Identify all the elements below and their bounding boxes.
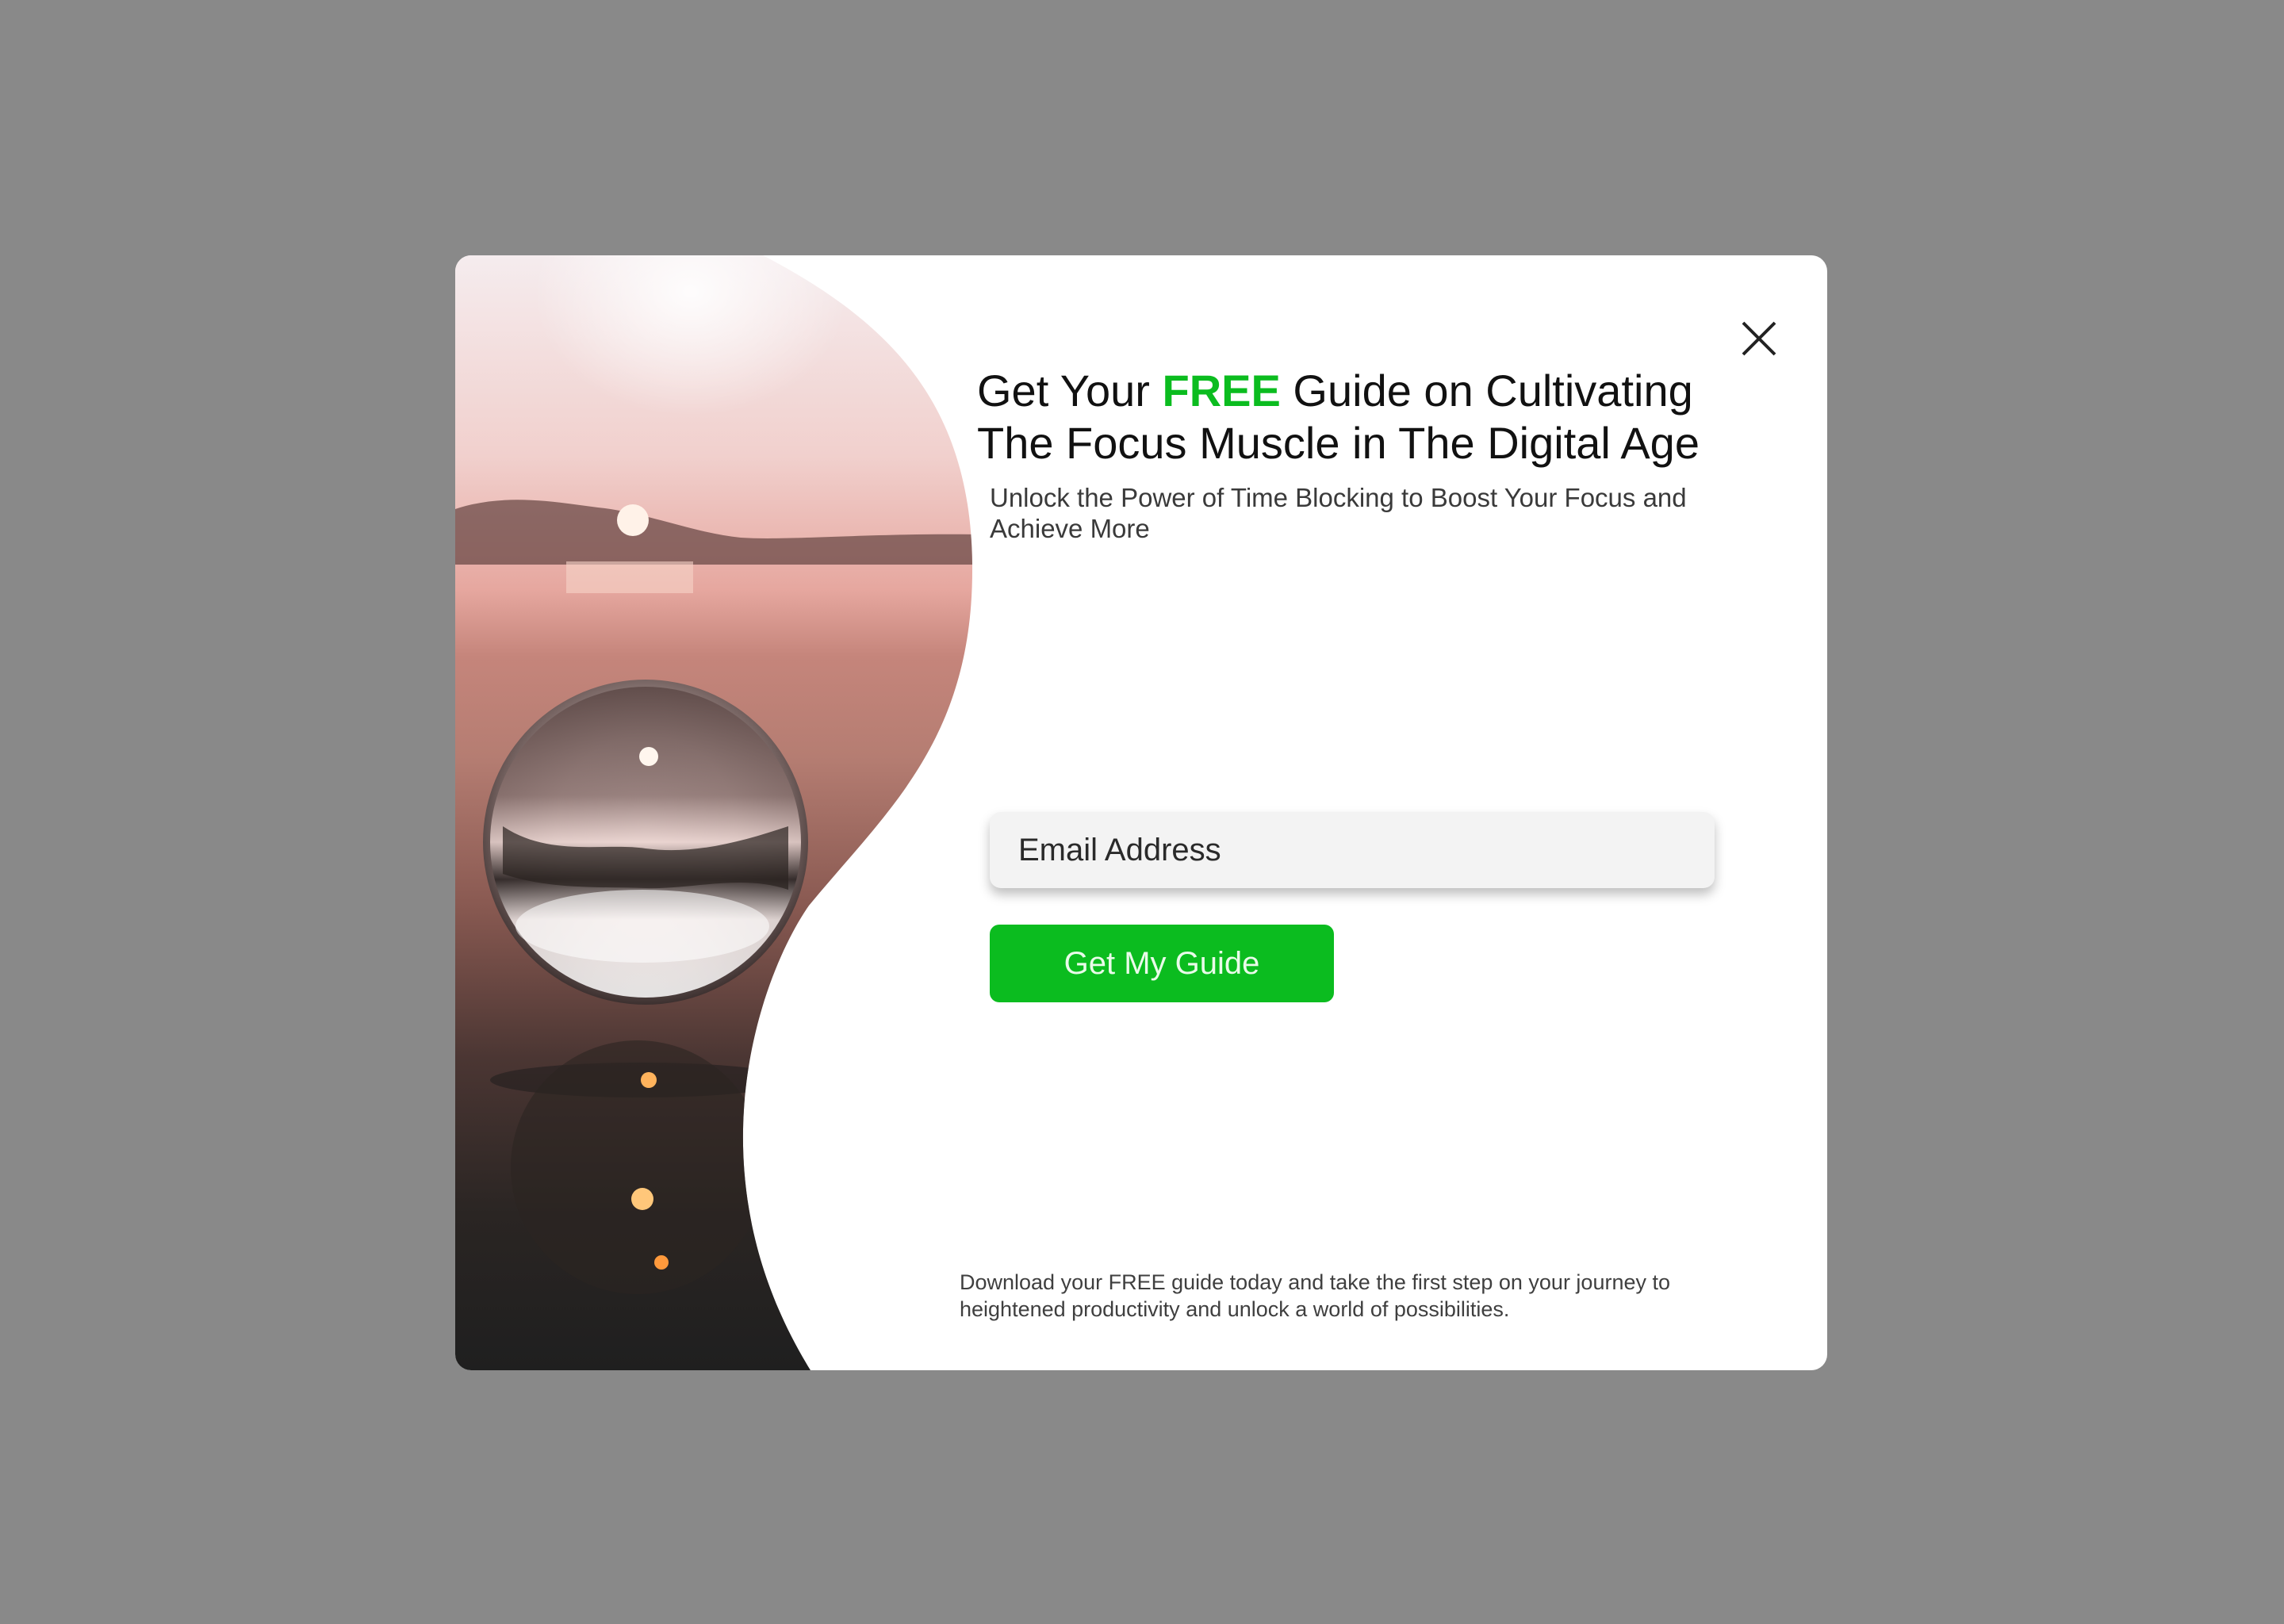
popup-subheadline: Unlock the Power of Time Blocking to Boo… <box>990 483 1687 543</box>
close-button[interactable] <box>1731 311 1787 366</box>
get-my-guide-button[interactable]: Get My Guide <box>990 925 1334 1002</box>
hero-image <box>455 255 973 1370</box>
footer-text: Download your FREE guide today and take … <box>960 1270 1671 1321</box>
email-field[interactable] <box>990 812 1715 888</box>
headline-part-1: Get Your <box>977 366 1163 416</box>
popup-headline: Get Your FREE Guide on Cultivating The F… <box>977 365 1770 469</box>
signup-popup: Get Your FREE Guide on Cultivating The F… <box>455 255 1827 1370</box>
headline-free-highlight: FREE <box>1162 366 1281 416</box>
close-icon <box>1742 321 1776 356</box>
